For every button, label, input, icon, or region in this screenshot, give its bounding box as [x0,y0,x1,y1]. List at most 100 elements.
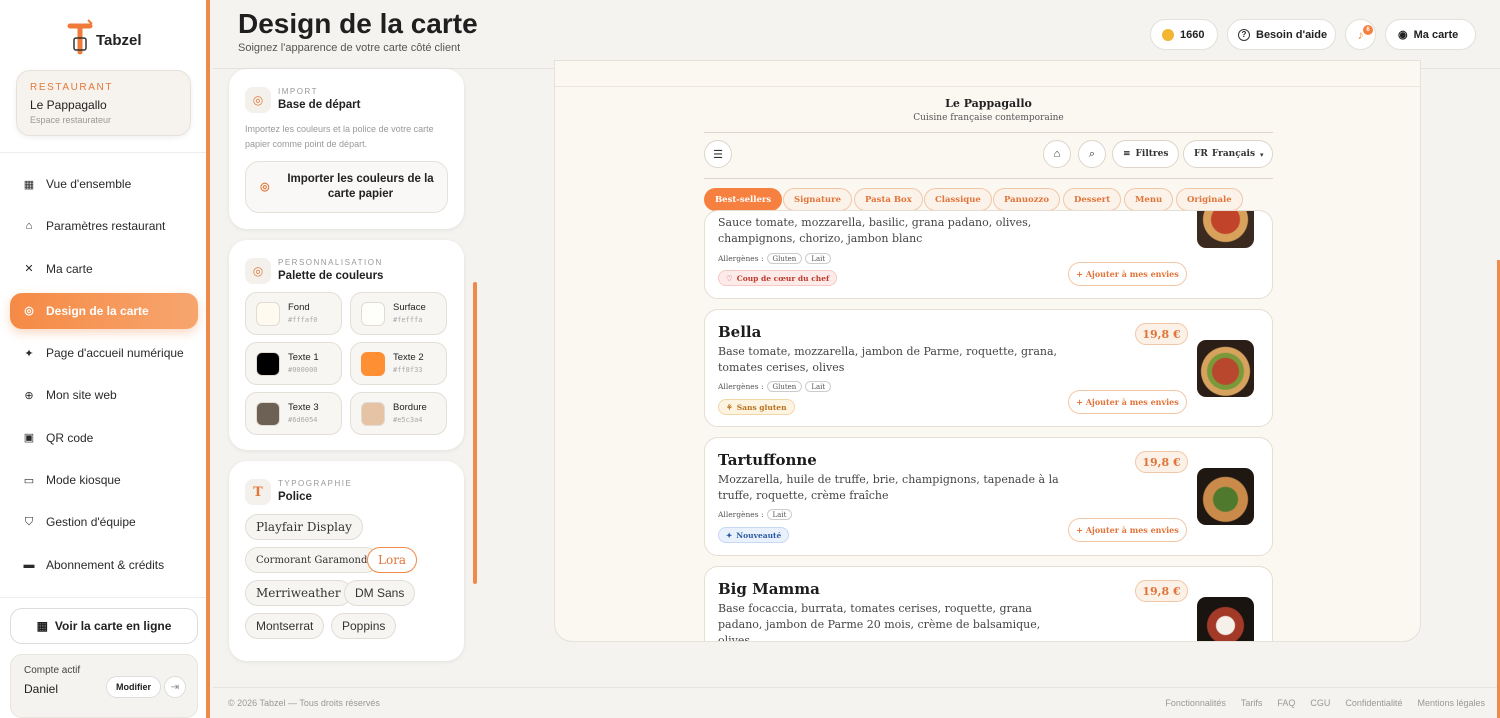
search-icon[interactable]: ⌕ [1078,140,1106,168]
color-preview [256,352,280,376]
sidebar-item-team[interactable]: ⛉ Gestion d'équipe [10,504,198,540]
menu-item-card[interactable]: Big Mamma Base focaccia, burrata, tomate… [704,566,1273,641]
palette-icon: ◎ [245,87,271,113]
allergen-tag: Gluten [766,253,803,264]
color-swatch-background[interactable]: Fond #fffaf0 [245,292,342,335]
help-button[interactable]: ? Besoin d'aide [1227,19,1336,50]
swatch-name: Texte 2 [393,352,424,363]
allergens-label: Allergènes : [718,382,764,391]
color-swatch-text-2[interactable]: Texte 2 #ff8f33 [350,342,447,385]
credits-badge[interactable]: 1660 [1150,19,1218,50]
allergens-label: Allergènes : [718,510,764,519]
palette-panel: ◎ PERSONNALISATION Palette de couleurs F… [229,240,464,450]
sidebar-item-my-menu[interactable]: ✕ Ma carte [10,251,198,287]
item-description: Mozzarella, huile de truffe, brie, champ… [718,473,1059,502]
category-tab[interactable]: Classique [924,188,992,211]
footer-link[interactable]: Confidentialité [1345,698,1402,708]
item-allergens: Allergènes : Lait [718,509,793,520]
color-preview [361,402,385,426]
palette-icon: ◎ [260,181,270,193]
eye-icon: ◉ [1398,29,1408,41]
font-option[interactable]: Playfair Display [245,514,363,540]
sidebar-item-subscription[interactable]: ▬ Abonnement & crédits [10,547,198,583]
tabzel-logo-icon [66,18,94,56]
swatch-hex: #ff8f33 [393,366,423,374]
item-name: Tartuffonne [718,451,817,469]
sidebar-item-kiosk[interactable]: ▭ Mode kiosque [10,462,198,498]
color-swatch-surface[interactable]: Surface #fefffa [350,292,447,335]
sidebar-item-digital-homepage[interactable]: ✦ Page d'accueil numérique [10,335,198,371]
sparkle-icon: ✦ [24,347,34,360]
font-option[interactable]: Cormorant Garamond [245,547,379,573]
footer-divider [213,687,1500,688]
sidebar-item-label: Design de la carte [46,303,149,318]
brand-logo[interactable]: Tabzel [66,14,146,58]
sidebar-item-overview[interactable]: ▦ Vue d'ensemble [10,166,198,202]
add-to-wishlist-button[interactable]: + Ajouter à mes envies [1068,390,1187,414]
category-tab[interactable]: Signature [783,188,852,211]
category-tab[interactable]: Panuozzo [993,188,1061,211]
sidebar-item-label: Vue d'ensemble [46,177,132,191]
swatch-hex: #fffaf0 [288,316,318,324]
category-tab-active[interactable]: Best-sellers [704,188,783,211]
font-option[interactable]: Montserrat [245,613,325,639]
preview-divider [704,132,1273,133]
footer-link[interactable]: Tarifs [1241,698,1263,708]
category-tab[interactable]: Dessert [1063,188,1122,211]
sidebar-item-menu-design[interactable]: ◎ Design de la carte [10,292,198,329]
filters-button[interactable]: ≡ Filtres [1112,140,1180,168]
category-tab[interactable]: Originale [1176,188,1243,211]
hamburger-icon[interactable]: ☰ [704,140,732,168]
category-tab[interactable]: Pasta Box [854,188,923,211]
footer-link[interactable]: Mentions légales [1417,698,1485,708]
sidebar-item-label: Page d'accueil numérique [46,346,184,361]
allergen-tag: Lait [766,509,793,520]
sidebar-item-qr-code[interactable]: ▣ QR code [10,420,198,456]
category-tab[interactable]: Menu [1124,188,1174,211]
language-select[interactable]: FR Français ▾ [1183,140,1273,168]
footer-link[interactable]: Fonctionnalités [1165,698,1226,708]
sidebar-item-restaurant-settings[interactable]: ⌂ Paramètres restaurant [10,208,198,244]
item-price: 19,8 € [1135,323,1188,345]
color-swatch-border[interactable]: Bordure #e5c3a4 [350,392,447,435]
menu-item-card[interactable]: Sauce tomate, mozzarella, basilic, grana… [704,210,1273,299]
palette-icon: ◎ [24,305,34,318]
font-option[interactable]: Merriweather [245,580,352,606]
chef-favorite-badge: ♡ Coup de cœur du chef [718,270,838,286]
add-to-wishlist-button[interactable]: + Ajouter à mes envies [1068,262,1187,286]
edit-account-button[interactable]: Modifier [106,676,161,698]
font-option-selected[interactable]: Lora [367,547,418,573]
panel-scrollbar[interactable] [473,282,477,584]
qr-icon: ▦ [36,619,48,633]
swatch-name: Bordure [393,402,427,413]
color-swatch-text-1[interactable]: Texte 1 #000000 [245,342,342,385]
footer-link[interactable]: CGU [1310,698,1330,708]
color-swatch-text-3[interactable]: Texte 3 #6d6054 [245,392,342,435]
badge-label: Sans gluten [736,402,787,412]
swatch-hex: #fefffa [393,316,423,324]
home-icon[interactable]: ⌂ [1043,140,1071,168]
import-colors-button[interactable]: ◎ Importer les couleurs de la carte papi… [245,161,448,213]
my-menu-button[interactable]: ◉ Ma carte [1385,19,1476,50]
swatch-hex: #e5c3a4 [393,416,423,424]
utensils-icon: ✕ [24,263,34,276]
footer-link[interactable]: FAQ [1277,698,1295,708]
notifications-button[interactable]: ♪ 6 [1345,19,1376,50]
item-name: Bella [718,323,762,341]
panel-kicker: PERSONNALISATION [278,258,383,267]
item-price: 19,8 € [1135,580,1188,602]
color-preview [361,302,385,326]
font-option[interactable]: DM Sans [344,580,416,606]
view-menu-online-button[interactable]: ▦ Voir la carte en ligne [10,608,198,644]
add-to-wishlist-button[interactable]: + Ajouter à mes envies [1068,518,1187,542]
sidebar-divider [0,152,206,153]
sidebar-item-website[interactable]: ⊕ Mon site web [10,377,198,413]
store-icon: ⌂ [25,220,33,233]
panel-title: Police [278,491,312,503]
menu-item-card[interactable]: Tartuffonne Mozzarella, huile de truffe,… [704,437,1273,556]
logout-icon[interactable]: ⇥ [164,676,186,698]
font-option[interactable]: Poppins [331,613,397,639]
menu-item-card[interactable]: Bella Base tomate, mozzarella, jambon de… [704,309,1273,427]
restaurant-card[interactable]: RESTAURANT Le Pappagallo Espace restaura… [16,70,191,136]
menu-preview: Le Pappagallo Cuisine française contempo… [554,60,1421,642]
